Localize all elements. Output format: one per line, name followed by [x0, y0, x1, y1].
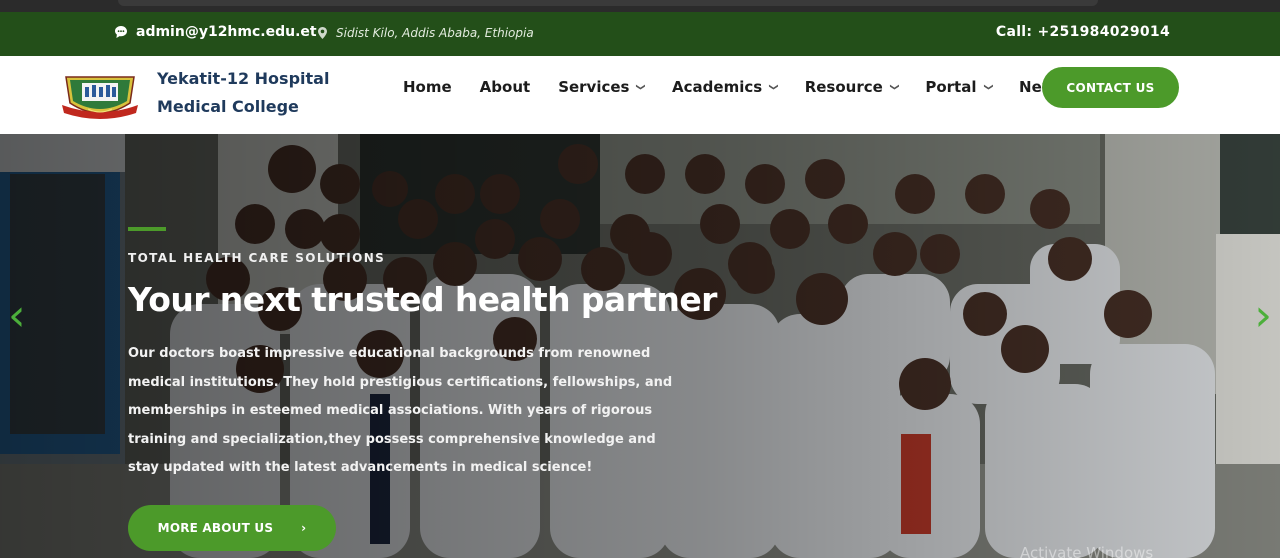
hero-headline: Your next trusted health partner [128, 280, 717, 319]
chevron-down-icon: ❯ [982, 83, 993, 91]
slider-next-arrow-icon[interactable]: › [1254, 294, 1272, 338]
browser-chrome-strip [0, 0, 1280, 12]
primary-menu: Home About Services ❯ Academics ❯ Resource… [403, 77, 1107, 97]
nav-about-label: About [479, 78, 531, 96]
top-contact-bar: admin@y12hmc.edu.et Sidist Kilo, Addis A… [0, 12, 1280, 56]
nav-resource[interactable]: Resource ❯ [804, 77, 899, 97]
address-text: Sidist Kilo, Addis Ababa, Ethiopia [336, 26, 534, 40]
chat-bubble-icon [115, 26, 127, 38]
nav-home-label: Home [403, 78, 452, 96]
nav-about[interactable]: About [480, 77, 531, 97]
email-contact[interactable]: admin@y12hmc.edu.et [114, 24, 317, 40]
nav-portal-label: Portal [925, 78, 977, 96]
slider-prev-arrow-icon[interactable]: ‹ [8, 294, 26, 338]
main-navbar: Yekatit-12 Hospital Medical College Home… [0, 56, 1280, 134]
nav-services[interactable]: Services ❯ [558, 77, 646, 97]
more-about-us-label: MORE ABOUT US [157, 521, 274, 535]
nav-academics-label: Academics [672, 78, 763, 96]
address-info: Sidist Kilo, Addis Ababa, Ethiopia [318, 26, 534, 40]
nav-portal[interactable]: Portal ❯ [925, 77, 993, 97]
nav-home[interactable]: Home [403, 77, 452, 97]
chevron-right-icon: › [301, 521, 307, 535]
hero-description: Our doctors boast impressive educational… [128, 346, 673, 475]
contact-us-button[interactable]: CONTACT US [1042, 67, 1179, 108]
brand-name[interactable]: Yekatit-12 Hospital Medical College [157, 65, 329, 121]
more-about-us-button[interactable]: MORE ABOUT US › [128, 505, 336, 551]
nav-resource-label: Resource [804, 78, 883, 96]
activate-windows-watermark: Activate Windows [1020, 544, 1154, 558]
chevron-down-icon: ❯ [888, 83, 899, 91]
phone-contact[interactable]: Call: +251984029014 [996, 24, 1170, 40]
brand-line-1: Yekatit-12 Hospital [157, 69, 330, 88]
college-logo[interactable] [60, 69, 140, 121]
chevron-down-icon: ❯ [635, 83, 646, 91]
email-text: admin@y12hmc.edu.et [136, 24, 317, 40]
browser-address-bar-edge [118, 0, 1098, 6]
hero-accent-line [128, 227, 166, 231]
nav-services-label: Services [558, 78, 630, 96]
hero-kicker: TOTAL HEALTH CARE SOLUTIONS [128, 251, 386, 265]
map-pin-icon [318, 27, 327, 39]
nav-academics[interactable]: Academics ❯ [672, 77, 778, 97]
chevron-down-icon: ❯ [767, 83, 778, 91]
brand-line-2: Medical College [157, 97, 299, 116]
hero-slider: TOTAL HEALTH CARE SOLUTIONS Your next tr… [0, 134, 1280, 558]
